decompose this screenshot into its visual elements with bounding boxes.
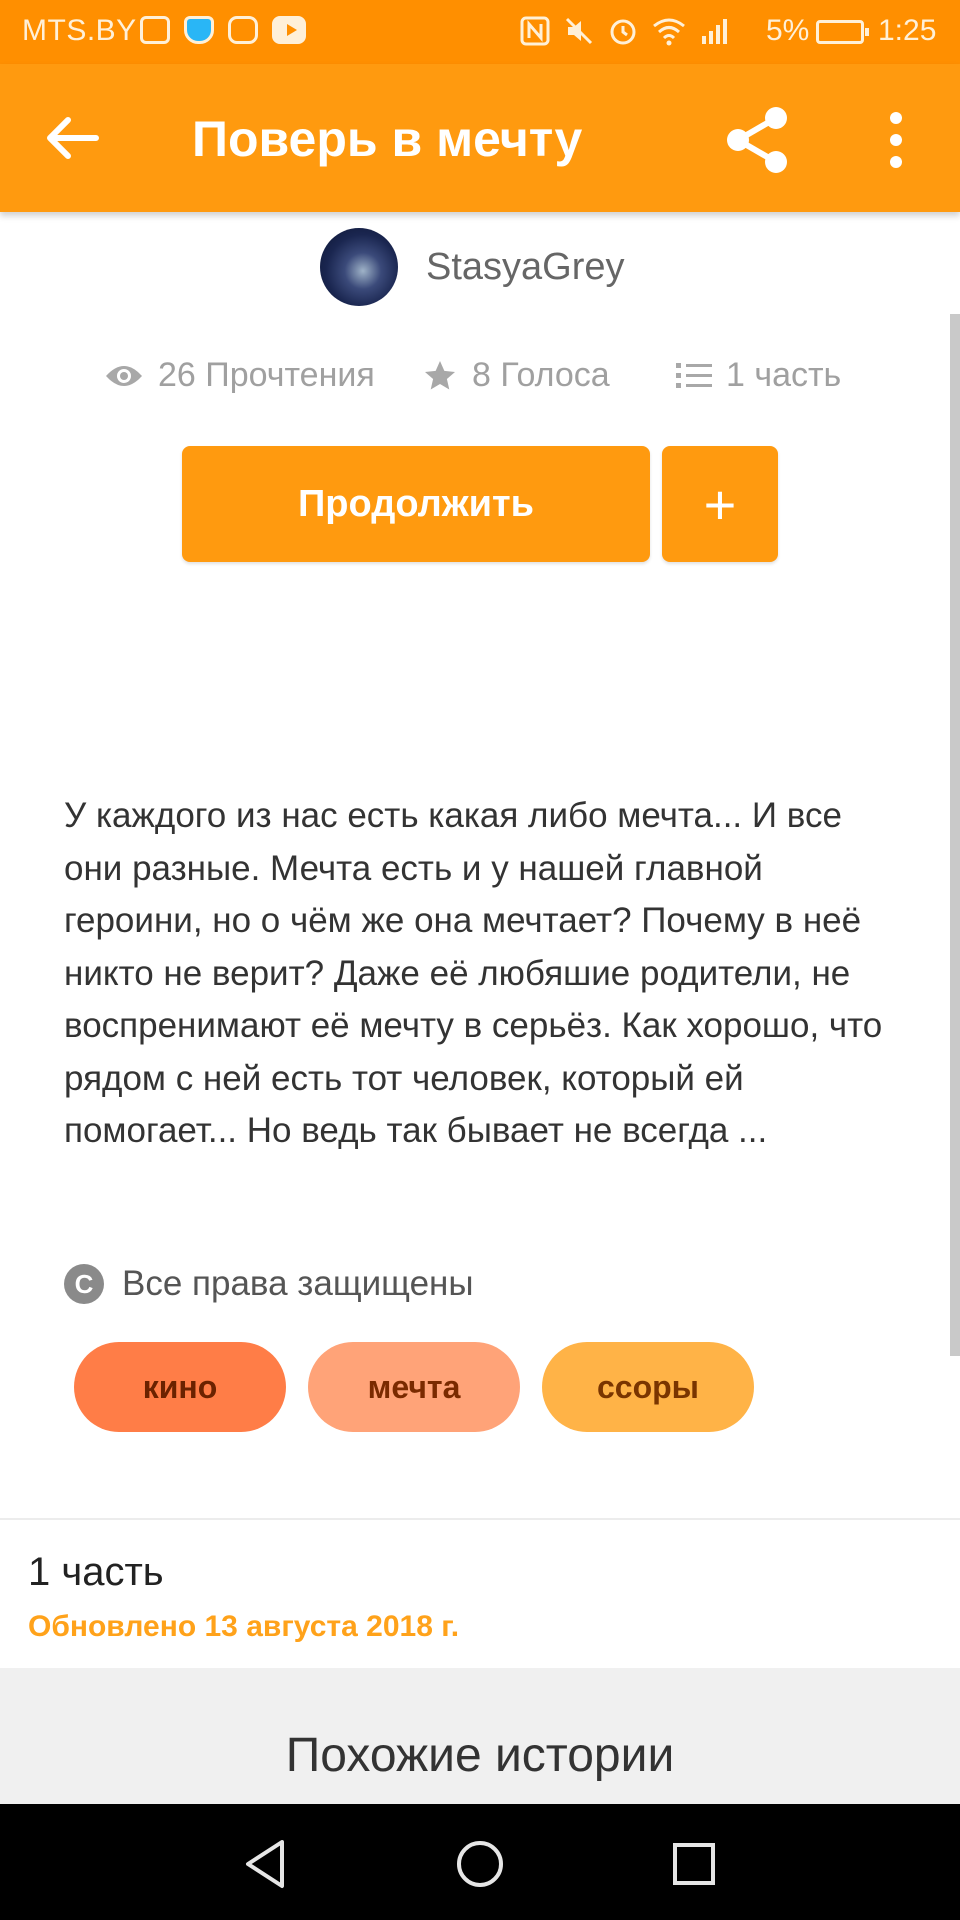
tag-chip[interactable]: мечта xyxy=(308,1342,520,1432)
add-to-library-button[interactable]: + xyxy=(662,446,778,562)
shield-icon xyxy=(184,16,214,44)
copyright-text: Все права защищены xyxy=(122,1264,474,1303)
story-title: Поверь в мечту xyxy=(192,111,583,167)
nav-home-icon[interactable] xyxy=(450,1834,510,1894)
copyright-icon: C xyxy=(64,1264,104,1304)
parts-count: 1 часть xyxy=(726,356,842,394)
alarm-icon xyxy=(610,19,636,45)
list-icon xyxy=(676,362,712,388)
story-description: У каждого из нас есть какая либо мечта..… xyxy=(64,796,883,1150)
reads-count: 26 Прочтения xyxy=(158,356,375,394)
wifi-icon xyxy=(653,18,685,46)
share-icon[interactable] xyxy=(722,104,794,176)
activity-icon xyxy=(140,16,170,44)
part-title[interactable]: 1 часть xyxy=(28,1550,164,1595)
youtube-icon xyxy=(272,16,306,44)
parts-stat: 1 часть xyxy=(676,356,841,395)
similar-stories-heading: Похожие истории xyxy=(285,1729,675,1782)
scrollbar[interactable] xyxy=(950,314,960,1356)
star-icon xyxy=(425,360,455,389)
votes-stat: 8 Голоса xyxy=(422,356,610,395)
tag-list: кино мечта ссоры xyxy=(74,1342,754,1432)
author-avatar[interactable] xyxy=(320,228,398,306)
signal-icon xyxy=(702,19,727,44)
author-name[interactable]: StasyaGrey xyxy=(426,246,625,289)
status-icons-left xyxy=(140,16,306,44)
divider xyxy=(0,1518,960,1520)
navigation-bar xyxy=(0,1804,960,1920)
part-updated-date: Обновлено 13 августа 2018 г. xyxy=(28,1610,460,1643)
battery-percent: 5% xyxy=(766,14,810,47)
mute-icon xyxy=(565,17,593,45)
carrier-label: MTS.BY xyxy=(22,14,137,47)
continue-reading-button[interactable]: Продолжить xyxy=(182,446,650,562)
nav-back-icon[interactable] xyxy=(236,1834,296,1894)
status-bar: MTS.BY 5% 1:25 xyxy=(0,0,960,64)
clock: 1:25 xyxy=(878,14,937,47)
copyright: C Все права защищены xyxy=(64,1264,474,1304)
reads-stat: 26 Прочтения xyxy=(104,356,375,395)
instagram-icon xyxy=(228,16,258,44)
arrow-left-icon[interactable] xyxy=(44,114,100,162)
more-vertical-icon[interactable] xyxy=(880,108,912,172)
status-icons-right xyxy=(520,16,730,46)
story-stats: 26 Прочтения 8 Голоса 1 часть xyxy=(0,356,960,404)
app-bar: Поверь в мечту xyxy=(0,64,960,212)
nav-recents-icon[interactable] xyxy=(664,1834,724,1894)
nfc-icon xyxy=(520,16,550,46)
tag-chip[interactable]: ссоры xyxy=(542,1342,754,1432)
battery-icon xyxy=(816,20,869,44)
tag-chip[interactable]: кино xyxy=(74,1342,286,1432)
votes-count: 8 Голоса xyxy=(472,356,610,394)
eye-icon xyxy=(106,365,142,386)
